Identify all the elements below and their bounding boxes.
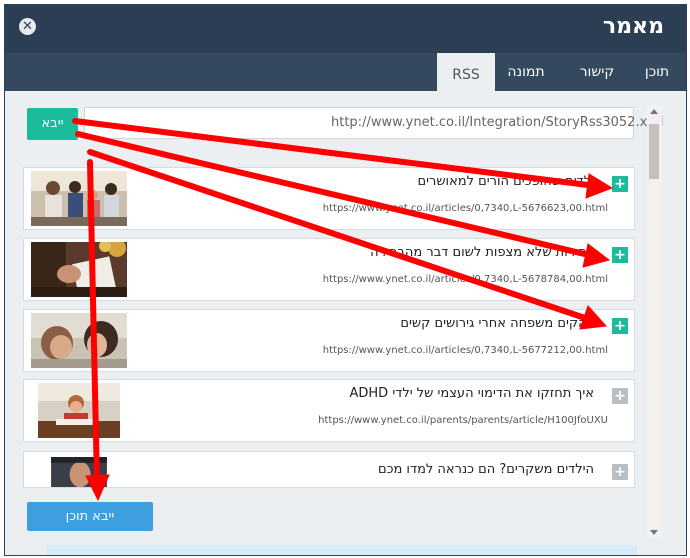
rss-item-url: https://www.ynet.co.il/parents/parents/a… bbox=[318, 415, 608, 426]
fetch-rss-button[interactable]: ייבא bbox=[27, 108, 78, 140]
close-icon[interactable]: ✕ bbox=[19, 18, 36, 35]
article-thumbnail bbox=[51, 457, 107, 487]
rss-item[interactable]: להקים משפחה אחרי גירושים קשים https://ww… bbox=[23, 309, 635, 372]
rss-item-title: להקים משפחה אחרי גירושים קשים bbox=[400, 316, 594, 331]
rss-item-url: https://www.ynet.co.il/articles/0,7340,L… bbox=[322, 203, 608, 214]
tab-rss[interactable]: RSS bbox=[437, 53, 495, 94]
rss-item-title: הילדים משקרים? הם כנראה למדו מכם bbox=[377, 462, 594, 477]
dialog-title: מאמר bbox=[602, 14, 664, 39]
plus-icon[interactable]: + bbox=[612, 247, 628, 263]
tab-link[interactable]: קישור bbox=[569, 53, 625, 91]
rss-item[interactable]: איך תחזקו את הדימוי העצמי של ילדי ADHD h… bbox=[23, 379, 635, 442]
article-thumbnail bbox=[38, 383, 120, 438]
rss-item[interactable]: ילדים שהופכים הורים למאושרים https://www… bbox=[23, 167, 635, 230]
article-thumbnail bbox=[31, 171, 127, 226]
scroll-up-arrow-icon[interactable] bbox=[650, 109, 658, 114]
tab-content[interactable]: תוכן bbox=[633, 53, 681, 91]
rss-url-input[interactable]: http://www.ynet.co.il/Integration/StoryR… bbox=[84, 107, 664, 139]
tab-image[interactable]: תמונה bbox=[495, 53, 557, 91]
list-scrollbar[interactable] bbox=[647, 105, 662, 539]
rss-item-title: בחירות שלא מצפות לשום דבר מהבחירה bbox=[370, 245, 594, 260]
rss-item-title: איך תחזקו את הדימוי העצמי של ילדי ADHD bbox=[349, 386, 594, 401]
dialog-footer-strip bbox=[46, 545, 637, 555]
plus-icon[interactable]: + bbox=[612, 464, 628, 480]
plus-icon[interactable]: + bbox=[612, 318, 628, 334]
scrollbar-thumb[interactable] bbox=[649, 124, 659, 179]
article-thumbnail bbox=[31, 313, 127, 368]
article-thumbnail bbox=[31, 242, 127, 297]
rss-item-title: ילדים שהופכים הורים למאושרים bbox=[417, 174, 594, 189]
rss-item-url: https://www.ynet.co.il/articles/0,7340,L… bbox=[322, 274, 608, 285]
dialog-titlebar: ✕ מאמר bbox=[5, 5, 686, 53]
import-content-button[interactable]: ייבא תוכן bbox=[27, 502, 153, 531]
scroll-down-arrow-icon[interactable] bbox=[650, 530, 658, 535]
rss-item[interactable]: הילדים משקרים? הם כנראה למדו מכם + bbox=[23, 451, 635, 488]
plus-icon[interactable]: + bbox=[612, 176, 628, 192]
tab-bar: תוכן קישור תמונה RSS bbox=[5, 53, 686, 94]
plus-icon[interactable]: + bbox=[612, 388, 628, 404]
rss-item-url: https://www.ynet.co.il/articles/0,7340,L… bbox=[322, 345, 608, 356]
rss-item[interactable]: בחירות שלא מצפות לשום דבר מהבחירה https:… bbox=[23, 238, 635, 301]
